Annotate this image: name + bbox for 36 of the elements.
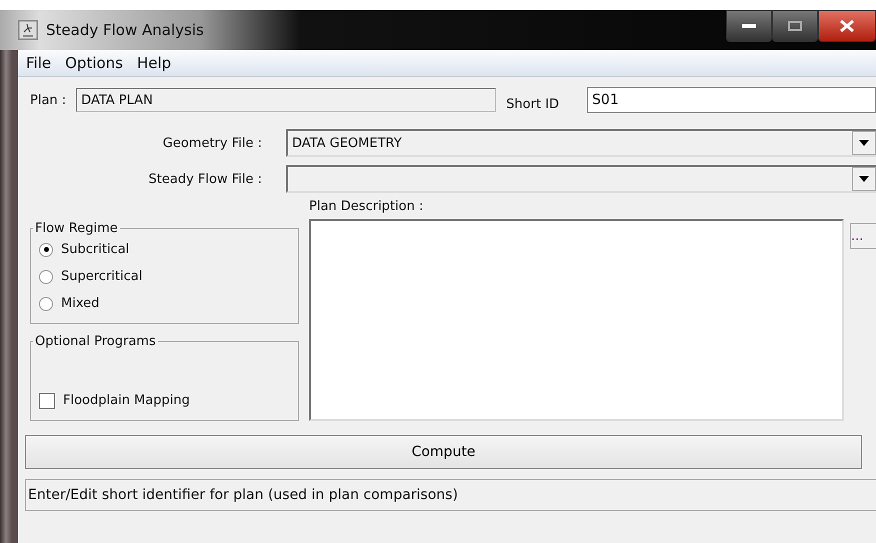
minimize-icon (742, 24, 756, 28)
radio-label: Mixed (61, 296, 100, 311)
group-title: Flow Regime (34, 221, 119, 236)
app-icon (18, 20, 38, 40)
close-icon (839, 19, 855, 33)
maximize-button[interactable] (772, 10, 818, 42)
checkbox[interactable] (39, 392, 55, 408)
steady-flow-file-label: Steady Flow File : (148, 172, 263, 186)
geometry-file-label: Geometry File : (162, 136, 263, 150)
group-title: Optional Programs (34, 334, 157, 349)
minimize-button[interactable] (726, 10, 772, 42)
geometry-file-dropdown[interactable]: DATA GEOMETRY (286, 129, 876, 157)
radio-button[interactable] (39, 270, 53, 284)
menu-item[interactable]: File (26, 54, 52, 72)
short-id-label: Short ID (506, 96, 560, 112)
plan-description-field[interactable] (309, 219, 844, 421)
steady-flow-file-dropdown[interactable] (286, 165, 876, 193)
close-button[interactable] (818, 10, 876, 42)
caret-icon (859, 140, 869, 146)
radio-label: Subcritical (61, 242, 130, 257)
plan-field[interactable]: DATA PLAN (76, 88, 496, 112)
plan-label: Plan : (30, 92, 66, 108)
radio-button[interactable] (39, 242, 53, 256)
checkbox-label: Floodplain Mapping (63, 393, 190, 408)
more-button[interactable]: ... (850, 223, 876, 249)
short-id-field[interactable]: S01 (587, 87, 876, 113)
window-title: Steady Flow Analysis (46, 21, 204, 39)
compute-button[interactable]: Compute (25, 435, 862, 469)
plan-description-label: Plan Description : (309, 199, 424, 216)
radio-button[interactable] (39, 296, 53, 310)
radio-label: Supercritical (61, 269, 142, 284)
caret-icon (859, 176, 869, 182)
menu-item[interactable]: Help (137, 54, 172, 72)
menu-item[interactable]: Options (65, 54, 123, 72)
status-bar: Enter/Edit short identifier for plan (used in plan comparisons) (25, 479, 876, 511)
maximize-icon (788, 21, 802, 31)
